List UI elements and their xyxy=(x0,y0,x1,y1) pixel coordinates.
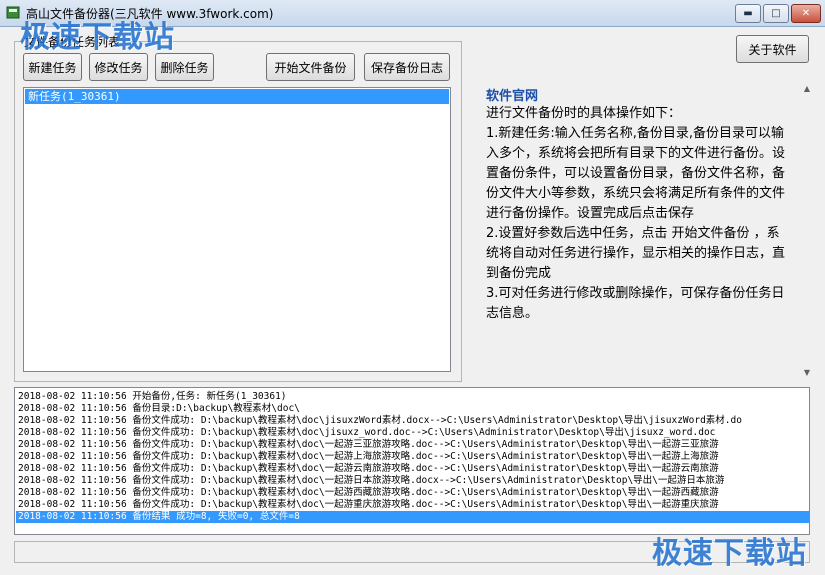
scroll-up-icon[interactable]: ▲ xyxy=(804,84,810,93)
close-icon: ✕ xyxy=(801,8,811,19)
task-list-item[interactable]: 新任务(1_30361) xyxy=(25,89,449,104)
log-line: 2018-08-02 11:10:56 备份文件成功: D:\backup\教程… xyxy=(18,451,719,462)
log-line-selected[interactable]: 2018-08-02 11:10:56 备份结果 成功=8, 失败=0, 总文件… xyxy=(16,511,809,523)
start-backup-button[interactable]: 开始文件备份 xyxy=(266,53,355,81)
instructions-text: 进行文件备份时的具体操作如下： 1.新建任务:输入任务名称,备份目录,备份目录可… xyxy=(486,104,786,324)
instruction-line: 1.新建任务:输入任务名称,备份目录,备份目录可以输入多个，系统将会把所有目录下… xyxy=(486,126,786,221)
scroll-down-icon[interactable]: ▼ xyxy=(804,368,810,377)
website-link[interactable]: 软件官网 xyxy=(486,85,538,104)
instruction-line: 进行文件备份时的具体操作如下： xyxy=(486,106,682,121)
log-line: 2018-08-02 11:10:56 备份文件成功: D:\backup\教程… xyxy=(18,487,719,498)
instruction-line: 3.可对任务进行修改或删除操作，可保存备份任务日志信息。 xyxy=(486,286,785,321)
log-line: 2018-08-02 11:10:56 备份文件成功: D:\backup\教程… xyxy=(18,463,719,474)
log-line: 2018-08-02 11:10:56 备份文件成功: D:\backup\教程… xyxy=(18,475,725,486)
log-list[interactable]: 2018-08-02 11:10:56 开始备份,任务: 新任务(1_30361… xyxy=(14,387,810,535)
delete-task-button[interactable]: 删除任务 xyxy=(155,53,214,81)
app-icon xyxy=(6,6,20,19)
instruction-line: 2.设置好参数后选中任务，点击 开始文件备份 ，系统将自动对任务进行操作，显示相… xyxy=(486,226,786,281)
task-list[interactable]: 新任务(1_30361) xyxy=(23,87,451,372)
watermark-top-left: 极速下载站 xyxy=(20,20,175,55)
about-button[interactable]: 关于软件 xyxy=(736,35,809,63)
log-line: 2018-08-02 11:10:56 备份文件成功: D:\backup\教程… xyxy=(18,499,719,510)
log-line: 2018-08-02 11:10:56 备份文件成功: D:\backup\教程… xyxy=(18,427,716,438)
save-log-button[interactable]: 保存备份日志 xyxy=(364,53,450,81)
minimize-icon: ▬ xyxy=(743,8,753,19)
maximize-icon: □ xyxy=(771,8,781,19)
maximize-button[interactable]: □ xyxy=(763,4,789,23)
minimize-button[interactable]: ▬ xyxy=(735,4,761,23)
log-line: 2018-08-02 11:10:56 备份文件成功: D:\backup\教程… xyxy=(18,439,719,450)
log-line: 2018-08-02 11:10:56 备份文件成功: D:\backup\教程… xyxy=(18,415,742,426)
watermark-bottom-right: 极速下载站 xyxy=(652,536,807,571)
info-panel: 软件官网 进行文件备份时的具体操作如下： 1.新建任务:输入任务名称,备份目录,… xyxy=(470,82,810,382)
log-line: 2018-08-02 11:10:56 备份目录:D:\backup\教程素材\… xyxy=(18,403,300,414)
log-line: 2018-08-02 11:10:56 开始备份,任务: 新任务(1_30361… xyxy=(18,391,287,402)
new-task-button[interactable]: 新建任务 xyxy=(23,53,82,81)
close-button[interactable]: ✕ xyxy=(791,4,821,23)
edit-task-button[interactable]: 修改任务 xyxy=(89,53,148,81)
